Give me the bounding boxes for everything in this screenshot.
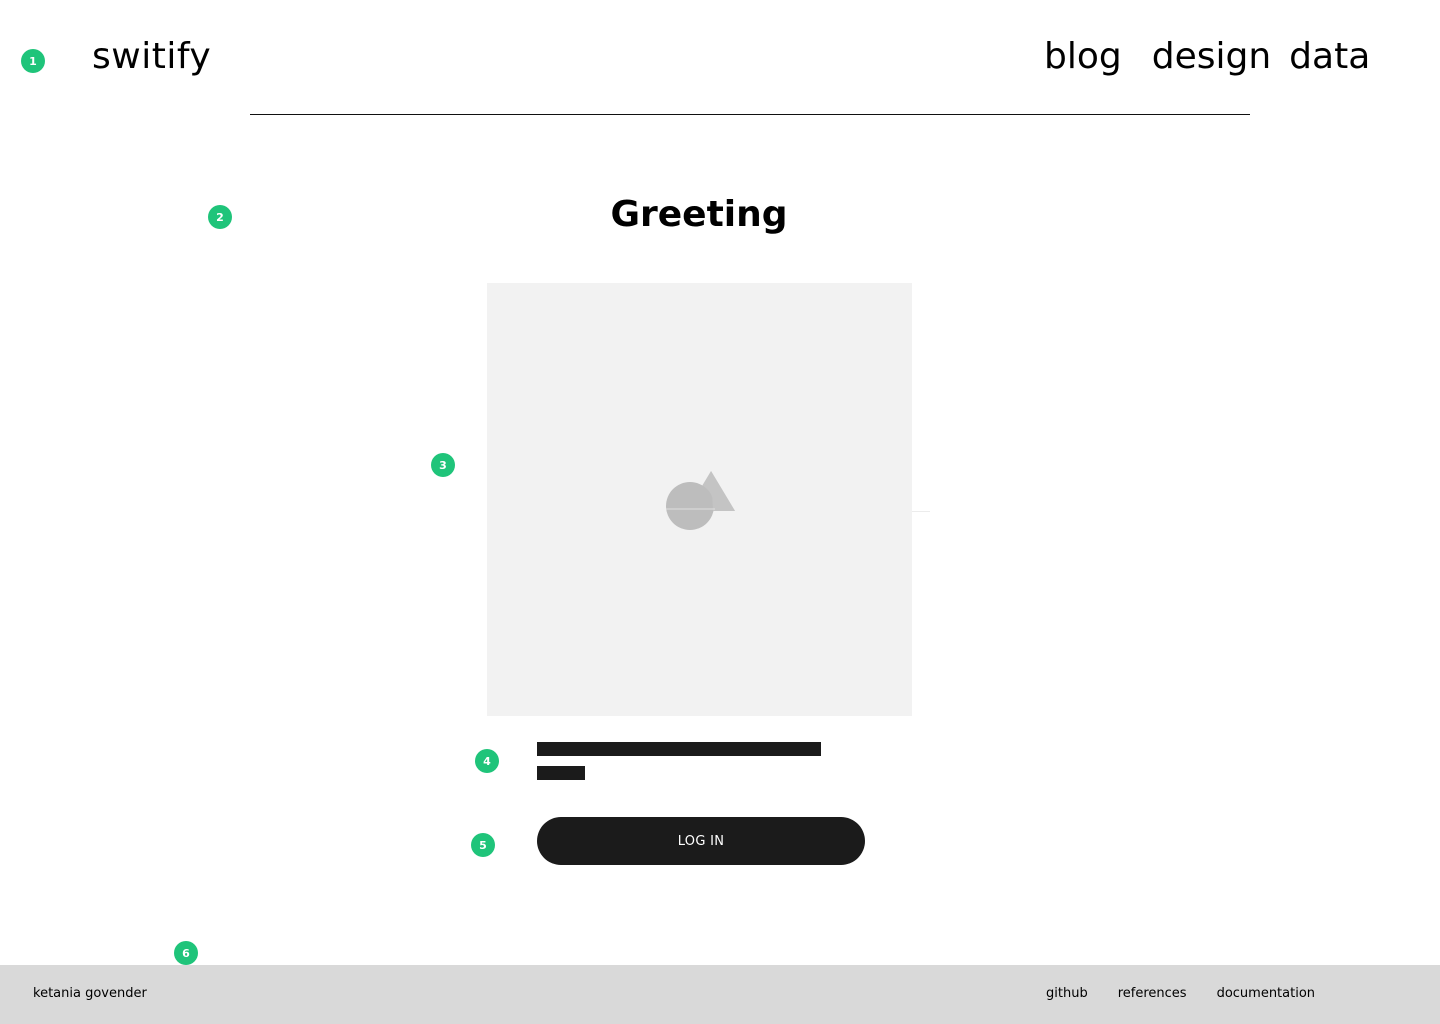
- image-placeholder: [487, 283, 912, 716]
- divider-line: [912, 511, 930, 512]
- nav-link-data[interactable]: data: [1289, 36, 1370, 77]
- text-placeholder-line: [537, 742, 821, 756]
- footer: ketania govender github references docum…: [0, 965, 1440, 1024]
- image-placeholder-icon: [666, 471, 735, 530]
- page-title: Greeting: [610, 194, 788, 235]
- header-divider: [250, 114, 1250, 115]
- footer-link-github[interactable]: github: [1046, 986, 1088, 1001]
- footer-links: github references documentation: [1046, 986, 1315, 1001]
- footer-link-documentation[interactable]: documentation: [1217, 986, 1315, 1001]
- text-placeholder-line-short: [537, 766, 585, 780]
- login-button[interactable]: LOG IN: [537, 817, 865, 865]
- footer-link-references[interactable]: references: [1118, 986, 1187, 1001]
- nav-link-design[interactable]: design: [1152, 36, 1271, 77]
- brand-logo[interactable]: switify: [92, 36, 211, 77]
- annotation-marker-4: 4: [475, 749, 499, 773]
- annotation-marker-6: 6: [174, 941, 198, 965]
- annotation-marker-5: 5: [471, 833, 495, 857]
- nav-link-blog[interactable]: blog: [1044, 36, 1122, 77]
- footer-author: ketania govender: [33, 986, 147, 1001]
- annotation-marker-3: 3: [431, 453, 455, 477]
- main-nav: blog design data: [1044, 36, 1370, 77]
- annotation-marker-1: 1: [21, 49, 45, 73]
